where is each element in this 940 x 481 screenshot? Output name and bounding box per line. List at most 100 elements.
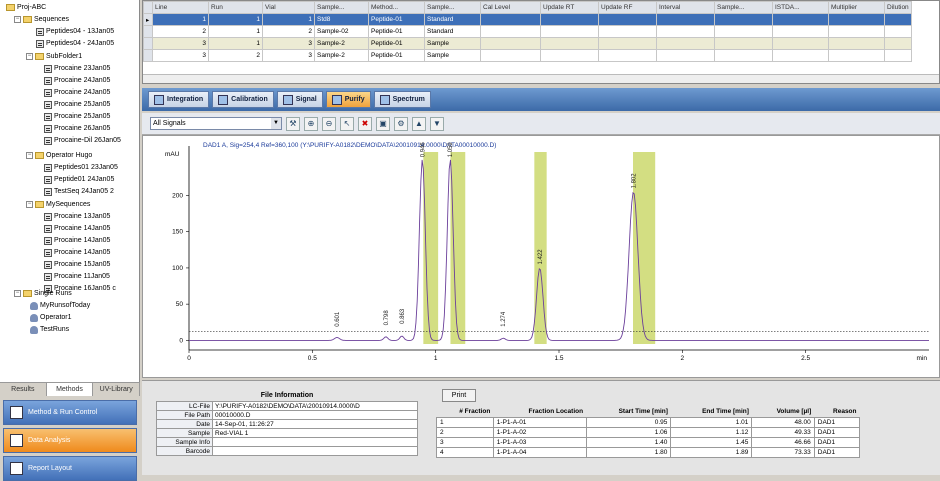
table-cell[interactable]: Std8 [314, 13, 369, 26]
settings-icon[interactable]: ⚙ [394, 116, 408, 131]
table-cell[interactable] [480, 13, 541, 26]
tree-item[interactable]: Procaine 25Jan05 [44, 111, 110, 122]
tab-methods[interactable]: Methods [46, 383, 94, 396]
collapse-toggle-icon[interactable]: − [14, 290, 21, 297]
tree-item[interactable]: Peptides01 23Jan05 [44, 162, 118, 173]
table-cell[interactable]: Peptide-01 [368, 13, 425, 26]
table-cell[interactable] [884, 25, 912, 38]
table-cell[interactable]: 1 [262, 13, 315, 26]
table-cell[interactable] [598, 49, 657, 62]
tab-signal[interactable]: Signal [276, 91, 323, 108]
table-cell[interactable] [828, 13, 885, 26]
table-row[interactable]: 3 1 3 Sample-2 Peptide-01 Sample [143, 37, 912, 50]
tab-uv-library[interactable]: UV-Library [93, 383, 141, 396]
table-cell[interactable]: Standard [424, 13, 481, 26]
tree-item[interactable]: Procaine 14Jan05 [44, 235, 110, 246]
fraction-row[interactable]: 3 1-P1-A-03 1.40 1.45 46.66 DAD1 [436, 436, 861, 448]
table-cell[interactable] [714, 37, 773, 50]
table-cell[interactable] [772, 49, 829, 62]
zoom-in-icon[interactable]: ⊕ [304, 116, 318, 131]
collapse-toggle-icon[interactable]: − [26, 201, 33, 208]
tool-icon[interactable]: ⚒ [286, 116, 300, 131]
tree-item[interactable]: Procaine 13Jan05 [44, 211, 110, 222]
table-cell[interactable]: Peptide-01 [368, 49, 425, 62]
tree-item[interactable]: Procaine 14Jan05 [44, 223, 110, 234]
table-cell[interactable] [598, 37, 657, 50]
pointer-icon[interactable]: ↖ [340, 116, 354, 131]
table-cell[interactable] [480, 37, 541, 50]
table-cell[interactable] [598, 13, 657, 26]
table-cell[interactable]: Sample-2 [314, 37, 369, 50]
up-icon[interactable]: ▲ [412, 116, 426, 131]
table-cell[interactable] [772, 37, 829, 50]
table-cell[interactable]: 3 [152, 49, 209, 62]
column-header[interactable]: Line [152, 1, 209, 14]
chromatogram-panel[interactable]: DAD1 A, Sig=254,4 Ref=360,100 (Y:\PURIFY… [142, 135, 940, 378]
column-header[interactable]: ISTDA... [772, 1, 829, 14]
fraction-band[interactable] [450, 152, 466, 344]
table-cell[interactable]: Standard [424, 25, 481, 38]
table-cell[interactable]: 3 [262, 37, 315, 50]
column-header[interactable]: Dilution [884, 1, 912, 14]
table-cell[interactable]: Sample [424, 49, 481, 62]
tree-item[interactable]: MyRunsofToday [30, 300, 90, 311]
sample-table[interactable]: Line Run Vial Sample... Method... Sample... Ca… [142, 0, 940, 84]
table-cell[interactable] [828, 37, 885, 50]
table-cell[interactable] [714, 13, 773, 26]
column-header[interactable]: Cal Level [480, 1, 541, 14]
table-cell[interactable]: 1 [208, 25, 263, 38]
table-cell[interactable]: 1 [152, 13, 209, 26]
down-icon[interactable]: ▼ [430, 116, 444, 131]
table-cell[interactable] [540, 13, 599, 26]
horizontal-scrollbar[interactable] [143, 74, 939, 83]
table-cell[interactable] [143, 25, 153, 38]
nav-method-run-control[interactable]: Method & Run Control [3, 400, 137, 425]
tree-item[interactable]: Procaine 24Jan05 [44, 87, 110, 98]
fraction-row[interactable]: 1 1-P1-A-01 0.95 1.01 48.00 DAD1 [436, 416, 861, 428]
tree-item[interactable]: Procaine 26Jan05 [44, 123, 110, 134]
tree-item[interactable]: Procaine 24Jan05 [44, 75, 110, 86]
collapse-toggle-icon[interactable]: − [14, 16, 21, 23]
table-cell[interactable]: Sample-02 [314, 25, 369, 38]
delete-icon[interactable]: ✖ [358, 116, 372, 131]
table-cell[interactable] [143, 37, 153, 50]
table-row[interactable]: 2 1 2 Sample-02 Peptide-01 Standard [143, 25, 912, 38]
table-cell[interactable] [480, 49, 541, 62]
tree-item[interactable]: Procaine 14Jan05 [44, 247, 110, 258]
fraction-row[interactable]: 4 1-P1-A-04 1.80 1.89 73.33 DAD1 [436, 446, 861, 458]
tree-item[interactable]: Procaine 15Jan05 [44, 259, 110, 270]
table-cell[interactable]: 3 [152, 37, 209, 50]
table-cell[interactable] [714, 25, 773, 38]
tree-item[interactable]: TestSeq 24Jan05 2 [44, 186, 114, 197]
table-cell[interactable] [884, 49, 912, 62]
project-tree[interactable]: Proj-ABC − Sequences Peptides04 - 13Jan05 Pe… [0, 0, 140, 382]
table-row[interactable]: 3 2 3 Sample-2 Peptide-01 Sample [143, 49, 912, 62]
column-header[interactable]: Update RT [540, 1, 599, 14]
table-cell[interactable] [540, 37, 599, 50]
tree-item[interactable]: TestRuns [30, 324, 69, 335]
table-cell[interactable]: 1 [208, 37, 263, 50]
tree-item[interactable]: Operator1 [30, 312, 72, 323]
column-header[interactable]: Sample... [314, 1, 369, 14]
tree-item[interactable]: Procaine-Dil 26Jan05 [44, 135, 121, 146]
tree-item[interactable]: − Sequences [14, 14, 69, 25]
fraction-row[interactable]: 2 1-P1-A-02 1.06 1.12 49.33 DAD1 [436, 426, 861, 438]
table-cell[interactable]: 2 [152, 25, 209, 38]
table-cell[interactable]: 1 [208, 13, 263, 26]
column-header[interactable] [143, 1, 153, 14]
table-cell[interactable] [656, 25, 715, 38]
table-cell[interactable] [656, 13, 715, 26]
tree-item[interactable]: Peptides04 - 24Jan05 [36, 38, 114, 49]
tree-item[interactable]: − MySequences [26, 199, 90, 210]
table-cell[interactable] [480, 25, 541, 38]
table-cell[interactable] [828, 49, 885, 62]
column-header[interactable]: Update RF [598, 1, 657, 14]
tab-integration[interactable]: Integration [148, 91, 210, 108]
tree-item[interactable]: − Single Runs [14, 288, 72, 299]
tree-item[interactable]: Procaine 25Jan05 [44, 99, 110, 110]
nav-report-layout[interactable]: Report Layout [3, 456, 137, 481]
nav-data-analysis[interactable]: Data Analysis [3, 428, 137, 453]
tree-item[interactable]: Proj-ABC [6, 2, 46, 13]
zoom-out-icon[interactable]: ⊖ [322, 116, 336, 131]
table-row[interactable]: ▸ 1 1 1 Std8 Peptide-01 Standard [143, 13, 912, 26]
